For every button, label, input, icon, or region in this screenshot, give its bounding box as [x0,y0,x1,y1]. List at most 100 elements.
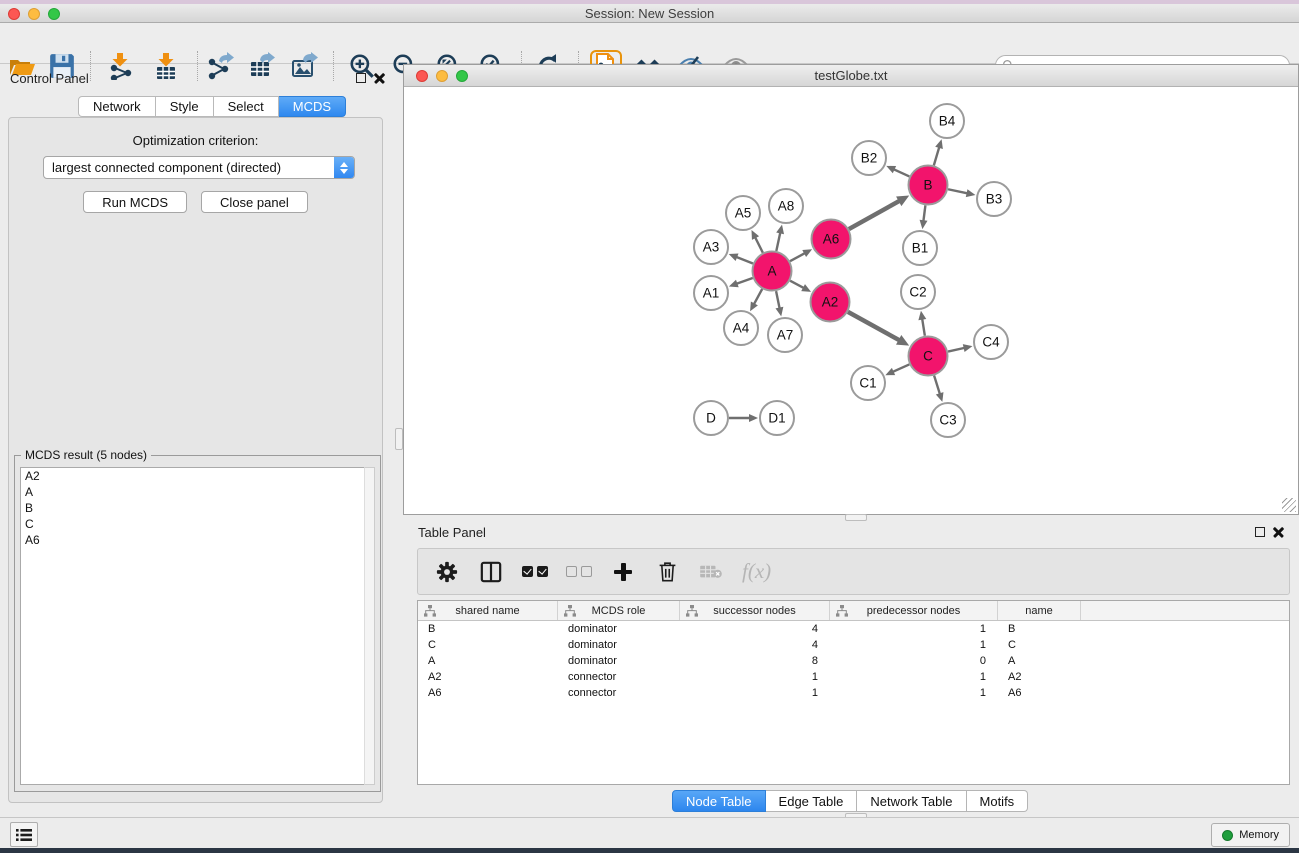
table-panel-float-icon[interactable] [1255,527,1265,537]
graph-node-A8[interactable]: A8 [769,189,803,223]
graph-edge[interactable] [849,200,901,229]
tab-select[interactable]: Select [214,96,279,117]
table-cell[interactable]: dominator [558,637,680,653]
graph-node-B2[interactable]: B2 [852,141,886,175]
table-row[interactable]: A2connector11A2 [418,669,1289,685]
graph-node-D1[interactable]: D1 [760,401,794,435]
mcds-result-item[interactable]: B [21,500,365,516]
table-cell[interactable]: 1 [680,685,830,701]
import-network-icon[interactable] [104,50,136,82]
column-header-predecessor-nodes[interactable]: predecessor nodes [830,601,998,620]
table-row[interactable]: Bdominator41B [418,621,1289,637]
table-cell[interactable]: A2 [998,669,1081,685]
graph-node-A[interactable]: A [753,252,792,291]
table-cell[interactable]: 1 [680,669,830,685]
graph-node-A7[interactable]: A7 [768,318,802,352]
table-cell[interactable]: 1 [830,621,998,637]
network-view-window[interactable]: testGlobe.txt B4B2BB3B1C2A5A8A6A3AA1A4A7… [403,64,1299,515]
table-cell[interactable]: connector [558,685,680,701]
graph-edge[interactable] [776,291,780,309]
mcds-result-item[interactable]: A6 [21,532,365,548]
table-row[interactable]: A6connector11A6 [418,685,1289,701]
graph-edge[interactable] [893,169,910,177]
close-panel-button[interactable]: Close panel [201,191,308,213]
task-history-button[interactable] [10,822,38,847]
table-cell[interactable]: A [998,653,1081,669]
export-table-icon[interactable] [245,50,277,82]
column-header-mcds-role[interactable]: MCDS role [558,601,680,620]
table-cell[interactable]: connector [558,669,680,685]
table-cell[interactable]: A [418,653,558,669]
control-panel-float-icon[interactable] [356,73,366,83]
table-cell[interactable]: A6 [418,685,558,701]
criterion-select[interactable]: largest connected component (directed) [43,156,355,179]
export-image-icon[interactable] [288,50,320,82]
split-divider-handle[interactable] [395,428,403,450]
mcds-result-list[interactable]: A2ABCA6 [20,467,366,785]
graph-node-C2[interactable]: C2 [901,275,935,309]
graph-edge[interactable] [922,318,925,336]
graph-node-C3[interactable]: C3 [931,403,965,437]
table-cell[interactable]: 4 [680,637,830,653]
table-settings-gear-icon[interactable] [434,559,460,585]
table-cell[interactable]: 8 [680,653,830,669]
graph-edge[interactable] [790,281,805,289]
table-cell[interactable]: dominator [558,653,680,669]
run-mcds-button[interactable]: Run MCDS [83,191,187,213]
graph-node-A1[interactable]: A1 [694,276,728,310]
tab-network-table[interactable]: Network Table [857,790,966,812]
graph-edge[interactable] [755,236,763,252]
tab-style[interactable]: Style [156,96,214,117]
function-builder-icon[interactable]: f(x) [742,559,771,584]
table-cell[interactable]: 0 [830,653,998,669]
import-table-icon[interactable] [150,50,182,82]
graph-edge[interactable] [790,253,806,262]
table-cell[interactable]: dominator [558,621,680,637]
graph-node-A5[interactable]: A5 [726,196,760,230]
network-window-titlebar[interactable]: testGlobe.txt [404,65,1298,87]
mcds-result-item[interactable]: A [21,484,365,500]
column-header-successor-nodes[interactable]: successor nodes [680,601,830,620]
table-cell[interactable]: A2 [418,669,558,685]
graph-node-B[interactable]: B [909,166,948,205]
table-row[interactable]: Adominator80A [418,653,1289,669]
node-table-body[interactable]: Bdominator41BCdominator41CAdominator80AA… [418,621,1289,701]
graph-node-C4[interactable]: C4 [974,325,1008,359]
table-panel-close-icon[interactable] [1273,526,1284,537]
mcds-result-scrollbar[interactable] [364,467,375,785]
maximize-window-icon[interactable] [48,8,60,20]
graph-edge[interactable] [735,278,752,284]
graph-node-A6[interactable]: A6 [812,220,851,259]
graph-edge[interactable] [948,189,969,193]
tab-network[interactable]: Network [78,96,156,117]
graph-edge[interactable] [934,376,940,396]
graph-edge[interactable] [776,231,780,251]
table-cell[interactable]: 1 [830,685,998,701]
select-all-icon[interactable] [522,566,548,577]
graph-node-A3[interactable]: A3 [694,230,728,264]
graph-node-D[interactable]: D [694,401,728,435]
export-network-icon[interactable] [204,50,236,82]
table-cell[interactable]: C [998,637,1081,653]
network-maximize-icon[interactable] [456,70,468,82]
network-canvas[interactable]: B4B2BB3B1C2A5A8A6A3AA1A4A7A2C4CC1C3DD1 [405,88,1298,514]
graph-edge[interactable] [923,205,925,222]
table-cell[interactable]: 1 [830,637,998,653]
split-divider-handle[interactable] [845,514,867,521]
graph-node-B3[interactable]: B3 [977,182,1011,216]
graph-edge[interactable] [892,364,910,372]
graph-node-C1[interactable]: C1 [851,366,885,400]
tab-edge-table[interactable]: Edge Table [766,790,858,812]
graph-node-A2[interactable]: A2 [811,283,850,322]
graph-node-B1[interactable]: B1 [903,231,937,265]
control-panel-close-icon[interactable] [374,72,385,83]
memory-button[interactable]: Memory [1211,823,1290,847]
table-row[interactable]: Cdominator41C [418,637,1289,653]
graph-edge[interactable] [735,257,753,264]
table-cell[interactable]: B [998,621,1081,637]
node-table-header[interactable]: shared name MCDS role successor nodes pr… [418,601,1289,621]
close-window-icon[interactable] [8,8,20,20]
mcds-result-item[interactable]: A2 [21,468,365,484]
graph-node-B4[interactable]: B4 [930,104,964,138]
graph-edge[interactable] [753,289,762,305]
